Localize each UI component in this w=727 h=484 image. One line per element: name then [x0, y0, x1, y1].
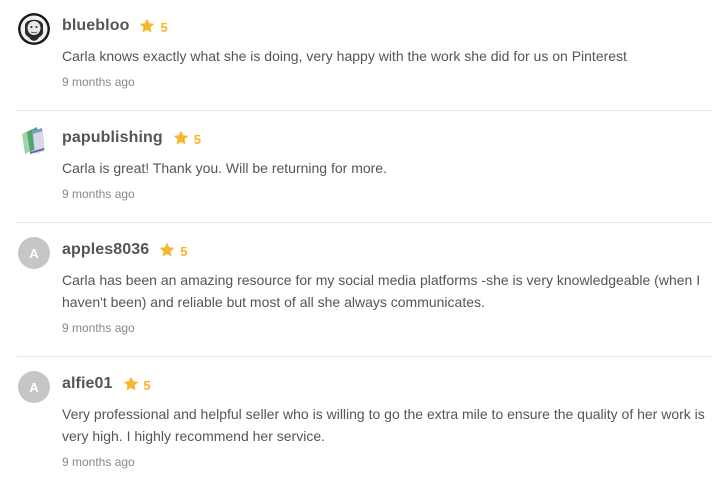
username[interactable]: apples8036 — [62, 241, 149, 259]
review-item: bluebloo 5 Carla knows exactly what she … — [17, 13, 712, 103]
review-header: bluebloo 5 — [62, 17, 168, 35]
reviews-list: bluebloo 5 Carla knows exactly what she … — [0, 0, 727, 484]
divider — [17, 356, 712, 357]
avatar[interactable]: A — [18, 237, 50, 269]
divider — [17, 110, 712, 111]
review-time: 9 months ago — [62, 455, 135, 469]
review-header: alfie01 5 — [62, 375, 151, 393]
rating-value: 5 — [160, 19, 168, 35]
star-icon — [160, 242, 175, 257]
rating-value: 5 — [193, 131, 201, 147]
review-text: Carla is great! Thank you. Will be retur… — [62, 160, 387, 176]
review-time: 9 months ago — [62, 75, 135, 89]
review-item: A apples8036 5 Carla has been an amazing… — [17, 237, 712, 347]
review-time: 9 months ago — [62, 321, 135, 335]
divider — [17, 222, 712, 223]
star-icon — [173, 130, 188, 145]
review-time: 9 months ago — [62, 187, 135, 201]
review-header: papublishing 5 — [62, 129, 201, 147]
rating: 5 — [159, 242, 188, 259]
user-photo-icon — [18, 13, 50, 45]
review-text: Carla has been an amazing resource for m… — [62, 272, 701, 310]
rating: 5 — [139, 18, 168, 35]
review-item: papublishing 5 Carla is great! Thank you… — [17, 125, 712, 215]
username[interactable]: alfie01 — [62, 375, 113, 393]
username[interactable]: bluebloo — [62, 17, 129, 35]
avatar[interactable]: A — [18, 371, 50, 403]
review-item: A alfie01 5 Very professional and helpfu… — [17, 371, 712, 481]
star-icon — [140, 18, 155, 33]
review-text: Carla knows exactly what she is doing, v… — [62, 48, 627, 64]
rating: 5 — [123, 376, 151, 393]
book-stack-icon — [22, 127, 45, 154]
rating-value: 5 — [143, 377, 151, 393]
username[interactable]: papublishing — [62, 129, 163, 147]
rating-value: 5 — [180, 243, 188, 259]
review-text: Very professional and helpful seller who… — [62, 406, 705, 444]
avatar[interactable] — [18, 13, 50, 45]
rating: 5 — [173, 130, 201, 147]
star-icon — [123, 376, 138, 391]
review-header: apples8036 5 — [62, 241, 188, 259]
avatar[interactable] — [18, 125, 50, 157]
